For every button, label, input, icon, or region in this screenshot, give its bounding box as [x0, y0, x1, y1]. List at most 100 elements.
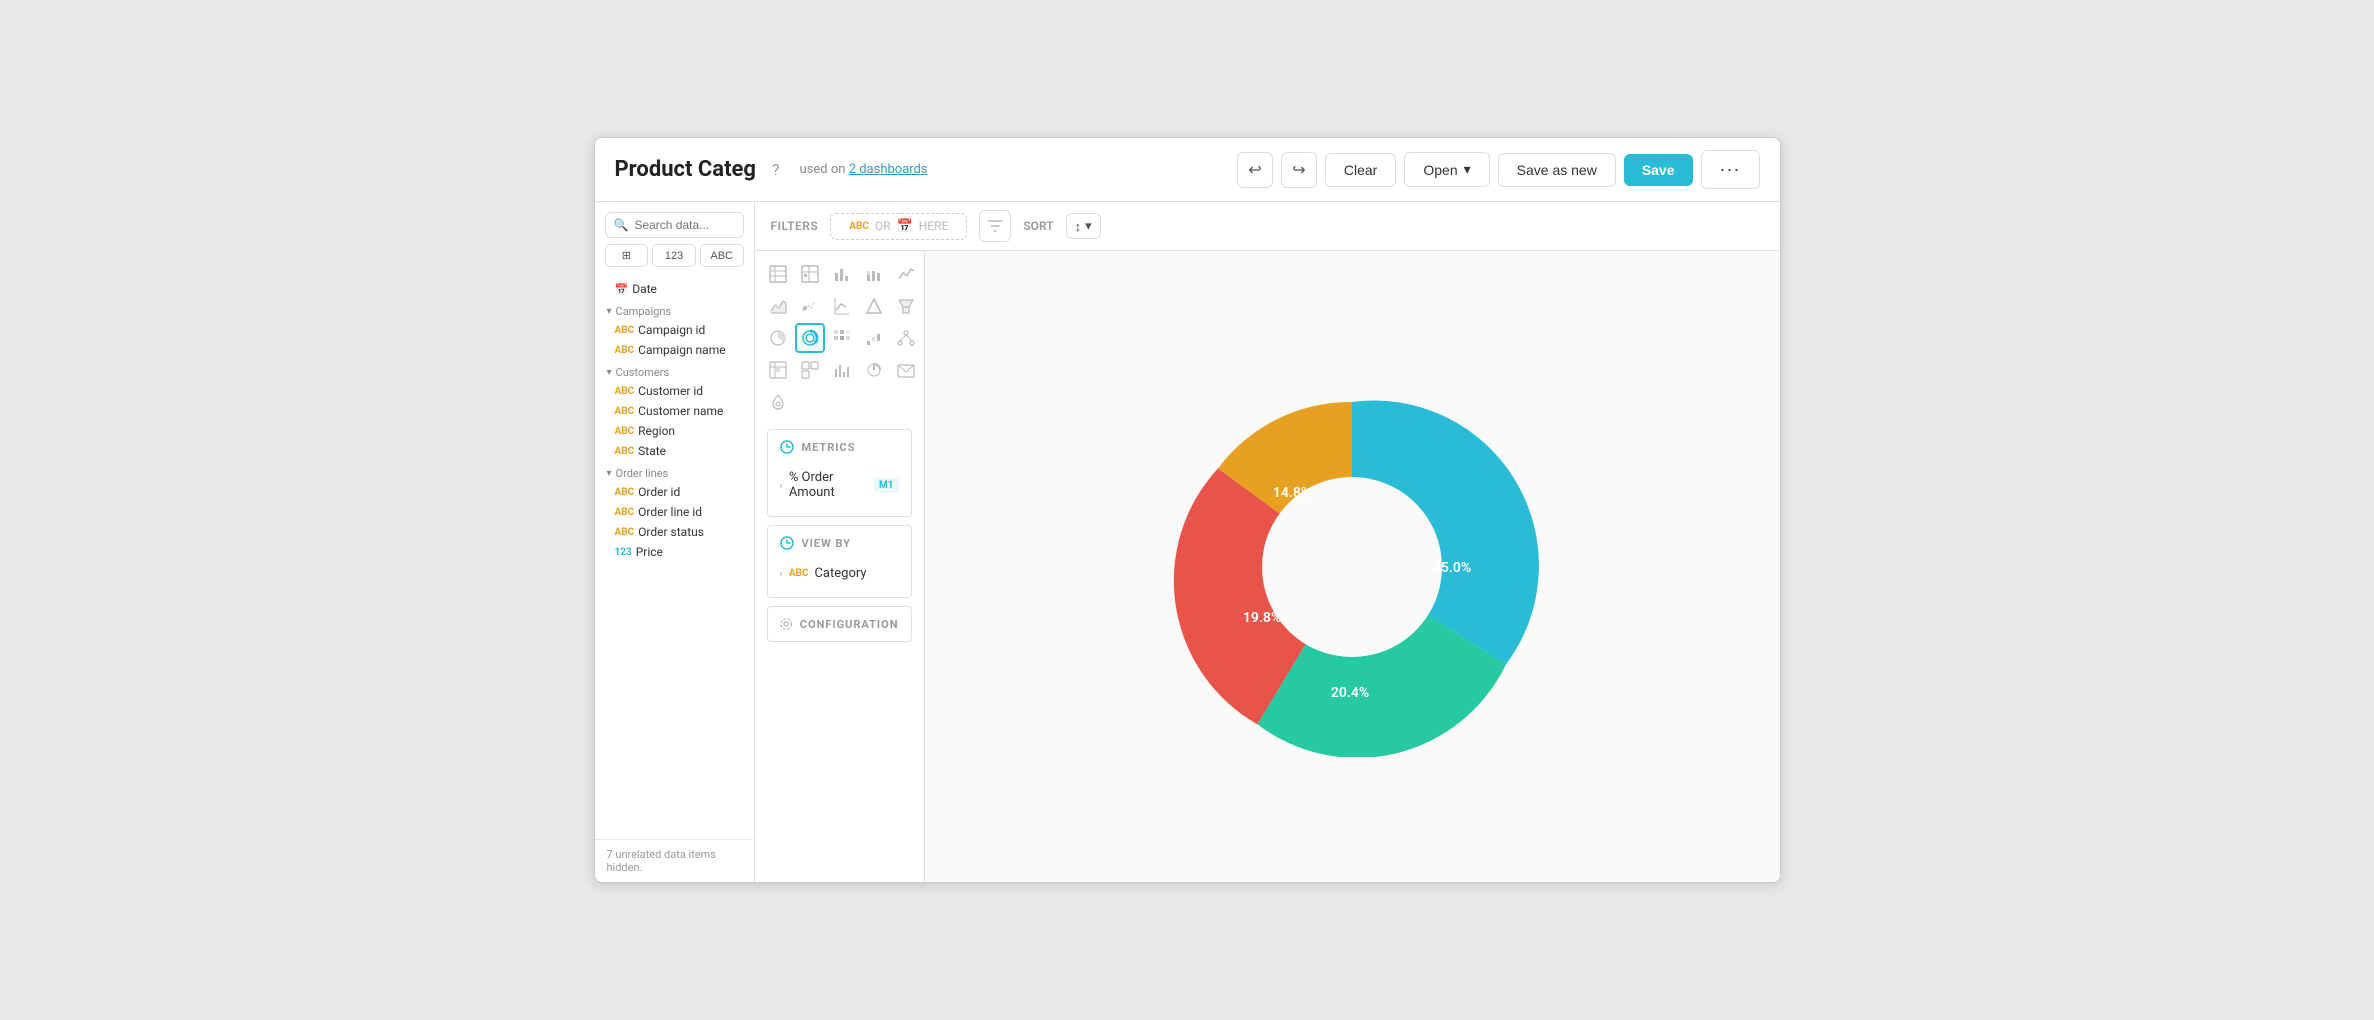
sidebar-item-label: Customer id — [638, 384, 703, 398]
sidebar-item-customer-name[interactable]: ABC Customer name — [595, 401, 754, 421]
sidebar-item-label: Region — [638, 424, 675, 438]
donut-label-red: 19.8% — [1243, 610, 1281, 626]
viz-pyramid[interactable] — [859, 291, 889, 321]
abc-tag-icon: ABC — [615, 426, 635, 437]
section-label: Order lines — [616, 467, 669, 480]
sidebar-item-campaign-id[interactable]: ABC Campaign id — [595, 320, 754, 340]
viz-scatter[interactable] — [795, 291, 825, 321]
viz-stacked-bar[interactable] — [859, 259, 889, 289]
viz-funnel[interactable] — [891, 291, 921, 321]
sidebar-item-campaign-name[interactable]: ABC Campaign name — [595, 340, 754, 360]
chevron-icon: › — [780, 479, 783, 492]
metric-order-amount[interactable]: › % Order Amount M1 — [780, 464, 899, 506]
donut-hole — [1262, 477, 1442, 657]
viz-donut[interactable] — [795, 323, 825, 353]
view-by-header[interactable]: VIEW BY — [768, 526, 911, 560]
view-by-category[interactable]: › ABC Category — [780, 560, 899, 587]
sidebar-item-order-status[interactable]: ABC Order status — [595, 522, 754, 542]
configuration-section: CONFIGURATION — [767, 606, 912, 642]
more-button[interactable]: ··· — [1701, 150, 1760, 189]
chevron-icon: ▾ — [607, 306, 612, 317]
viz-crosstab[interactable] — [763, 355, 793, 385]
abc-tag-icon: ABC — [615, 446, 635, 457]
sidebar-item-order-id[interactable]: ABC Order id — [595, 482, 754, 502]
viz-map[interactable] — [763, 387, 793, 417]
sort-button[interactable]: ↕ ▾ — [1066, 213, 1101, 239]
view-by-icon — [780, 536, 794, 550]
header: Product Categ ? used on 2 dashboards ↩ ↪… — [595, 138, 1780, 202]
metric-label: % Order Amount — [789, 470, 868, 500]
numeric-tag-icon: 123 — [615, 547, 632, 558]
sidebar-item-label: Order id — [638, 485, 680, 499]
sidebar-item-region[interactable]: ABC Region — [595, 421, 754, 441]
viz-envelope[interactable] — [891, 355, 921, 385]
dashboards-link[interactable]: 2 dashboards — [849, 162, 928, 177]
sidebar-section-order-lines[interactable]: ▾ Order lines — [595, 461, 754, 482]
donut-chart-area: 45.0% 20.4% 19.8% 14.8% — [925, 251, 1780, 882]
sidebar-section-campaigns[interactable]: ▾ Campaigns — [595, 299, 754, 320]
sort-chevron-icon: ▾ — [1085, 218, 1092, 234]
abc-tag-icon: ABC — [615, 406, 635, 417]
sidebar-item-price[interactable]: 123 Price — [595, 542, 754, 562]
chevron-icon: ▾ — [607, 367, 612, 378]
metrics-icon — [780, 440, 794, 454]
abc-tag: ABC — [789, 568, 809, 579]
metrics-label: METRICS — [802, 441, 856, 454]
undo-button[interactable]: ↩ — [1237, 152, 1273, 188]
section-label: Customers — [616, 366, 670, 379]
abc-tag-icon: ABC — [615, 487, 635, 498]
drag-calendar-icon: 📅 — [897, 219, 913, 234]
header-actions: ↩ ↪ Clear Open ▾ Save as new Save ··· — [1237, 150, 1760, 189]
chevron-icon: › — [780, 567, 783, 580]
sidebar-item-label: Price — [636, 545, 663, 559]
type-filter-all[interactable]: ⊞ — [605, 244, 649, 267]
search-icon: 🔍 — [614, 218, 629, 232]
viz-repeat[interactable] — [795, 355, 825, 385]
help-icon[interactable]: ? — [772, 160, 780, 179]
open-button[interactable]: Open ▾ — [1404, 152, 1489, 187]
chevron-icon: ▾ — [607, 468, 612, 479]
metrics-header[interactable]: METRICS — [768, 430, 911, 464]
drag-abc-tag: ABC — [849, 221, 869, 232]
chart-toolbar: FILTERS ABC OR 📅 HERE SORT ↕ ▾ — [755, 202, 1780, 251]
search-input[interactable] — [634, 218, 734, 232]
viz-network[interactable] — [891, 323, 921, 353]
viz-table[interactable] — [763, 259, 793, 289]
sidebar-search: 🔍 — [595, 202, 754, 244]
viz-bar[interactable] — [827, 259, 857, 289]
filters-label: FILTERS — [771, 219, 819, 233]
type-filter-numeric[interactable]: 123 — [652, 244, 696, 267]
viz-combo[interactable] — [827, 291, 857, 321]
donut-label-orange: 14.8% — [1273, 485, 1311, 501]
configuration-header[interactable]: CONFIGURATION — [768, 607, 911, 641]
sort-label: SORT — [1023, 219, 1053, 233]
sidebar-item-customer-id[interactable]: ABC Customer id — [595, 381, 754, 401]
viz-pivot-table[interactable] — [795, 259, 825, 289]
filter-icon-button[interactable] — [979, 210, 1011, 242]
sidebar-section-customers[interactable]: ▾ Customers — [595, 360, 754, 381]
save-as-new-button[interactable]: Save as new — [1498, 153, 1616, 187]
sidebar-item-order-line-id[interactable]: ABC Order line id — [595, 502, 754, 522]
viz-pie — [763, 323, 793, 353]
viz-area[interactable] — [763, 291, 793, 321]
sidebar-item-date[interactable]: 📅 Date — [595, 279, 754, 299]
viz-radial[interactable] — [859, 355, 889, 385]
save-button[interactable]: Save — [1624, 154, 1693, 186]
configuration-icon — [780, 617, 792, 631]
viz-waterfall[interactable] — [859, 323, 889, 353]
viz-panel: METRICS › % Order Amount M1 — [755, 251, 925, 882]
redo-button[interactable]: ↪ — [1281, 152, 1317, 188]
viz-small-bar[interactable] — [827, 355, 857, 385]
type-filter-text[interactable]: ABC — [700, 244, 744, 267]
metrics-section: METRICS › % Order Amount M1 — [767, 429, 912, 517]
sidebar-item-state[interactable]: ABC State — [595, 441, 754, 461]
metric-badge: M1 — [874, 478, 899, 493]
clear-button[interactable]: Clear — [1325, 153, 1396, 187]
sidebar-type-filter: ⊞ 123 ABC — [595, 244, 754, 275]
sidebar-item-label: State — [638, 444, 666, 458]
configuration-label: CONFIGURATION — [800, 618, 899, 631]
donut-label-green: 20.4% — [1331, 685, 1369, 701]
viz-heatmap[interactable] — [827, 323, 857, 353]
drag-zone[interactable]: ABC OR 📅 HERE — [830, 213, 967, 240]
viz-line[interactable] — [891, 259, 921, 289]
